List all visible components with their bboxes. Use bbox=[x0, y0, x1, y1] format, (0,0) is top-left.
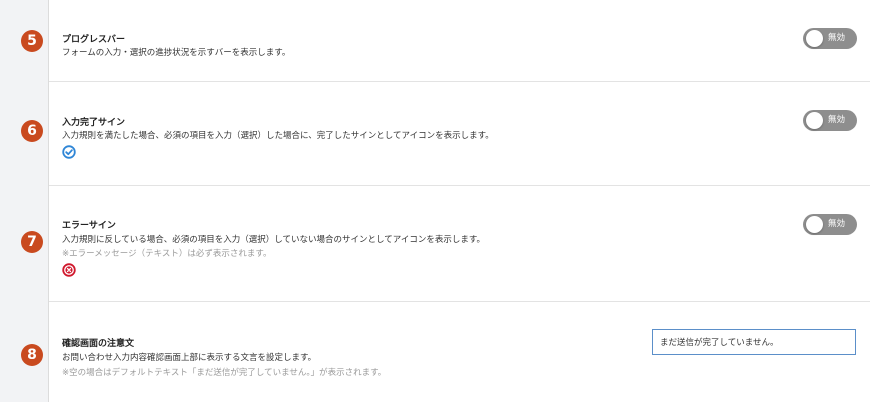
toggle-knob bbox=[806, 112, 823, 129]
setting-description: お問い合わせ入力内容確認画面上部に表示する文言を設定します。 bbox=[62, 353, 317, 363]
setting-row-progress-bar: 5 プログレスバー フォームの入力・選択の進捗状況を示すバーを表示します。 無効 bbox=[21, 0, 870, 82]
settings-panel: 5 プログレスバー フォームの入力・選択の進捗状況を示すバーを表示します。 無効… bbox=[21, 0, 870, 402]
setting-row-complete-sign: 6 入力完了サイン 入力規則を満たした場合、必須の項目を入力（選択）した場合に、… bbox=[21, 82, 870, 186]
setting-title: 入力完了サイン bbox=[62, 118, 126, 128]
setting-note: ※空の場合はデフォルトテキスト「まだ送信が完了していません。」が表示されます。 bbox=[62, 368, 387, 378]
setting-description: 入力規則を満たした場合、必須の項目を入力（選択）した場合に、完了したサインとして… bbox=[62, 131, 494, 141]
setting-description: 入力規則に反している場合、必須の項目を入力（選択）していない場合のサインとしてア… bbox=[62, 235, 485, 245]
setting-note: ※エラーメッセージ（テキスト）は必ず表示されます。 bbox=[62, 249, 272, 259]
error-x-circle-icon bbox=[62, 263, 76, 277]
check-circle-icon bbox=[62, 145, 76, 159]
toggle-label: 無効 bbox=[828, 219, 846, 229]
toggle-knob bbox=[806, 30, 823, 47]
step-number-badge: 7 bbox=[21, 231, 43, 253]
step-number-badge: 6 bbox=[21, 120, 43, 142]
setting-row-error-sign: 7 エラーサイン 入力規則に反している場合、必須の項目を入力（選択）していない場… bbox=[21, 186, 870, 302]
setting-title: エラーサイン bbox=[62, 221, 116, 231]
toggle-knob bbox=[806, 216, 823, 233]
toggle-label: 無効 bbox=[828, 33, 846, 43]
setting-title: 確認画面の注意文 bbox=[62, 339, 135, 349]
error-sign-toggle[interactable]: 無効 bbox=[803, 214, 857, 235]
step-number-badge: 5 bbox=[21, 30, 43, 52]
step-number-badge: 8 bbox=[21, 344, 43, 366]
setting-description: フォームの入力・選択の進捗状況を示すバーを表示します。 bbox=[62, 48, 291, 58]
setting-title: プログレスバー bbox=[62, 35, 126, 45]
confirm-notice-input[interactable] bbox=[652, 329, 856, 355]
toggle-label: 無効 bbox=[828, 115, 846, 125]
progress-bar-toggle[interactable]: 無効 bbox=[803, 28, 857, 49]
complete-sign-toggle[interactable]: 無効 bbox=[803, 110, 857, 131]
